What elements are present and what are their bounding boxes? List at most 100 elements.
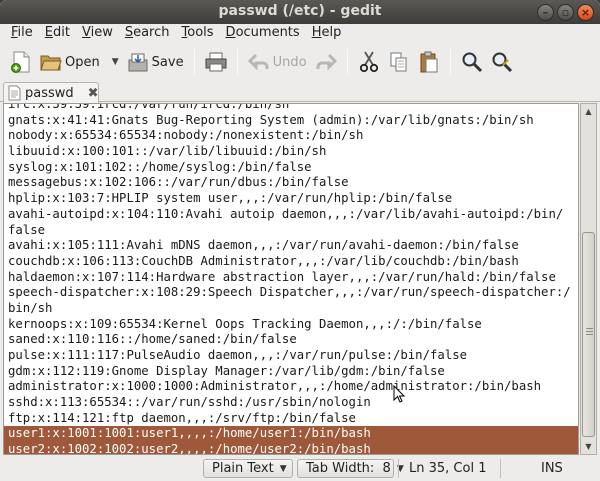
- cut-button[interactable]: [354, 46, 384, 78]
- find-replace-icon: [491, 51, 513, 73]
- toolbar-separator: [449, 49, 451, 75]
- editor-line[interactable]: nobody:x:65534:65534:nobody:/nonexistent…: [4, 128, 578, 144]
- search-icon: [461, 51, 483, 73]
- editor-line[interactable]: bin/sh: [4, 301, 578, 317]
- scrollbar-thumb[interactable]: [582, 232, 595, 437]
- maximize-button[interactable]: ▫: [557, 4, 574, 21]
- menu-documents[interactable]: Documents: [220, 24, 306, 44]
- menu-help-mnemonic: H: [311, 25, 322, 40]
- menu-search[interactable]: Search: [119, 24, 176, 44]
- cursor-position: Ln 35, Col 1: [409, 461, 487, 476]
- scroll-down-arrow-icon[interactable]: ▼: [581, 439, 596, 454]
- language-selector[interactable]: Plain Text ▼: [203, 459, 293, 478]
- status-bar: Plain Text ▼ Tab Width: 8 ▼ Ln 35, Col 1…: [0, 456, 600, 481]
- chevron-down-icon: ▼: [279, 463, 287, 474]
- editor-line[interactable]: avahi-autoipd:x:104:110:Avahi autoip dae…: [4, 207, 578, 223]
- toolbar-separator: [236, 49, 238, 75]
- menu-file[interactable]: File: [5, 24, 39, 44]
- open-folder-icon: [40, 51, 62, 73]
- editor-line[interactable]: hplip:x:103:7:HPLIP system user,,,:/var/…: [4, 191, 578, 207]
- redo-icon: [315, 51, 337, 73]
- editor-line[interactable]: sshd:x:113:65534::/var/run/sshd:/usr/sbi…: [4, 395, 578, 411]
- scroll-up-arrow-icon[interactable]: ▲: [581, 104, 596, 119]
- menu-search-label: earch: [133, 25, 170, 40]
- print-button[interactable]: [201, 46, 231, 78]
- menu-edit-mnemonic: E: [44, 25, 53, 40]
- menu-help-label: elp: [321, 25, 342, 40]
- menu-documents-mnemonic: D: [225, 25, 236, 40]
- editor-line[interactable]: haldaemon:x:107:114:Hardware abstraction…: [4, 270, 578, 286]
- editor-line[interactable]: irc:x:39:39:ircd:/var/run/ircd:/bin/sh: [4, 104, 578, 113]
- menu-tools-label: ools: [187, 25, 214, 40]
- undo-icon: [247, 51, 270, 73]
- menu-search-mnemonic: S: [124, 25, 134, 40]
- editor-lines: irc:x:39:39:ircd:/var/run/ircd:/bin/sh gn…: [4, 104, 578, 454]
- copy-icon: [388, 51, 410, 73]
- undo-button[interactable]: Undo: [244, 46, 311, 78]
- find-button[interactable]: [457, 46, 487, 78]
- editor-line[interactable]: messagebus:x:102:106::/var/run/dbus:/bin…: [4, 175, 578, 191]
- save-button[interactable]: Save: [123, 46, 188, 78]
- copy-button[interactable]: [384, 46, 414, 78]
- menu-help[interactable]: Help: [306, 24, 348, 44]
- editor-line[interactable]: false: [4, 223, 578, 239]
- toolbar-separator: [346, 49, 348, 75]
- text-editor[interactable]: irc:x:39:39:ircd:/var/run/ircd:/bin/sh gn…: [3, 103, 579, 455]
- window-title: passwd (/etc) - gedit: [218, 3, 382, 19]
- tab-width-selector[interactable]: Tab Width: 8 ▼: [297, 459, 404, 478]
- scrollbar-grip: [586, 328, 593, 329]
- paste-icon: [418, 51, 440, 73]
- new-button[interactable]: [6, 46, 36, 78]
- open-button[interactable]: Open: [36, 46, 104, 78]
- editor-line[interactable]: syslog:x:101:102::/home/syslog:/bin/fals…: [4, 160, 578, 176]
- open-dropdown-button[interactable]: ▼: [104, 46, 123, 78]
- vertical-scrollbar[interactable]: ▲ ▼: [580, 103, 597, 455]
- editor-line[interactable]: libuuid:x:100:101::/var/lib/libuuid:/bin…: [4, 144, 578, 160]
- editor-line[interactable]: administrator:x:1000:1000:Administrator,…: [4, 379, 578, 395]
- menu-edit[interactable]: Edit: [39, 24, 76, 44]
- find-replace-button[interactable]: [487, 46, 517, 78]
- editor-line[interactable]: gdm:x:112:119:Gnome Display Manager:/var…: [4, 364, 578, 380]
- toolbar-separator: [193, 49, 195, 75]
- language-label: Plain Text: [212, 461, 274, 476]
- insert-mode: INS: [541, 461, 563, 476]
- editor-line[interactable]: user1:x:1001:1001:user1,,,,:/home/user1:…: [4, 426, 578, 443]
- editor-line[interactable]: gnats:x:41:41:Gnats Bug-Reporting System…: [4, 113, 578, 129]
- document-tabs: passwd ✖: [0, 80, 600, 103]
- menu-view[interactable]: View: [76, 24, 119, 44]
- new-document-icon: [10, 51, 32, 73]
- toolbar: Open ▼ Save Undo: [0, 44, 600, 80]
- tab-passwd[interactable]: passwd ✖: [3, 82, 99, 103]
- editor-line[interactable]: ftp:x:114:121:ftp daemon,,,:/srv/ftp:/bi…: [4, 411, 578, 427]
- minimize-button[interactable]: –: [537, 4, 554, 21]
- editor-line[interactable]: kernoops:x:109:65534:Kernel Oops Trackin…: [4, 317, 578, 333]
- scissors-icon: [358, 51, 380, 73]
- text-document-icon: [8, 85, 21, 101]
- paste-button[interactable]: [414, 46, 444, 78]
- printer-icon: [205, 51, 227, 73]
- status-divider: [500, 459, 501, 478]
- editor-line[interactable]: saned:x:110:116::/home/saned:/bin/false: [4, 332, 578, 348]
- editor-line[interactable]: couchdb:x:106:113:CouchDB Administrator,…: [4, 254, 578, 270]
- menu-edit-label: dit: [53, 25, 70, 40]
- redo-button[interactable]: [311, 46, 341, 78]
- editor-line[interactable]: avahi:x:105:111:Avahi mDNS daemon,,,:/va…: [4, 238, 578, 254]
- close-tab-icon[interactable]: ✖: [88, 86, 99, 101]
- tab-label: passwd: [25, 85, 74, 101]
- editor-line[interactable]: user2:x:1002:1002:user2,,,,:/home/user2:…: [4, 442, 578, 454]
- menu-bar: File Edit View Search Tools Documents He…: [0, 24, 600, 44]
- menu-view-label: iew: [90, 25, 113, 40]
- editor-line[interactable]: speech-dispatcher:x:108:29:Speech Dispat…: [4, 285, 578, 301]
- open-label: Open: [65, 54, 100, 70]
- close-button[interactable]: ×: [577, 4, 594, 21]
- menu-tools[interactable]: Tools: [176, 24, 220, 44]
- save-label: Save: [151, 54, 184, 70]
- menu-file-label: ile: [17, 25, 33, 40]
- title-bar[interactable]: passwd (/etc) - gedit – ▫ ×: [0, 0, 600, 24]
- chevron-down-icon: ▼: [111, 57, 119, 67]
- status-divider: [398, 459, 399, 478]
- menu-view-mnemonic: V: [81, 25, 91, 40]
- gedit-window: passwd (/etc) - gedit – ▫ × File Edit Vi…: [0, 0, 600, 481]
- save-icon: [127, 51, 149, 73]
- editor-line[interactable]: pulse:x:111:117:PulseAudio daemon,,,:/va…: [4, 348, 578, 364]
